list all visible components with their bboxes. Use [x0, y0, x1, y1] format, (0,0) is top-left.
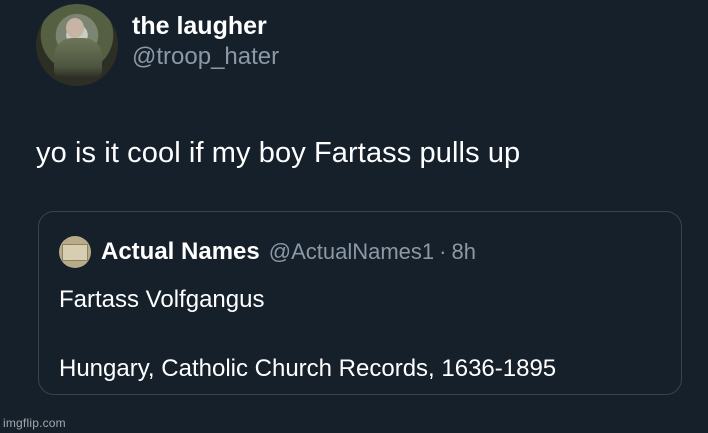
- quoted-tweet-line-2: Hungary, Catholic Church Records, 1636-1…: [59, 355, 557, 382]
- tweet-card: the laugher @troop_hater yo is it cool i…: [0, 0, 708, 433]
- quoted-author-avatar[interactable]: [59, 236, 91, 268]
- tweet-header: the laugher @troop_hater: [36, 4, 279, 86]
- quoted-author-handle[interactable]: @ActualNames1: [269, 239, 434, 265]
- quoted-tweet[interactable]: Actual Names @ActualNames1 · 8h Fartass …: [38, 211, 682, 395]
- quoted-tweet-time[interactable]: 8h: [451, 239, 475, 265]
- author-handle[interactable]: @troop_hater: [132, 43, 279, 71]
- quoted-tweet-header: Actual Names @ActualNames1 · 8h: [59, 236, 476, 268]
- tweet-text: yo is it cool if my boy Fartass pulls up: [36, 137, 521, 169]
- author-names: the laugher @troop_hater: [132, 12, 279, 71]
- document-icon: [62, 244, 88, 261]
- quoted-tweet-line-1: Fartass Volfgangus: [59, 286, 265, 313]
- quoted-author-display-name[interactable]: Actual Names: [101, 238, 260, 266]
- author-avatar[interactable]: [36, 4, 118, 86]
- author-display-name[interactable]: the laugher: [132, 12, 279, 42]
- imgflip-watermark: imgflip.com: [3, 416, 66, 430]
- separator-dot: ·: [439, 239, 447, 264]
